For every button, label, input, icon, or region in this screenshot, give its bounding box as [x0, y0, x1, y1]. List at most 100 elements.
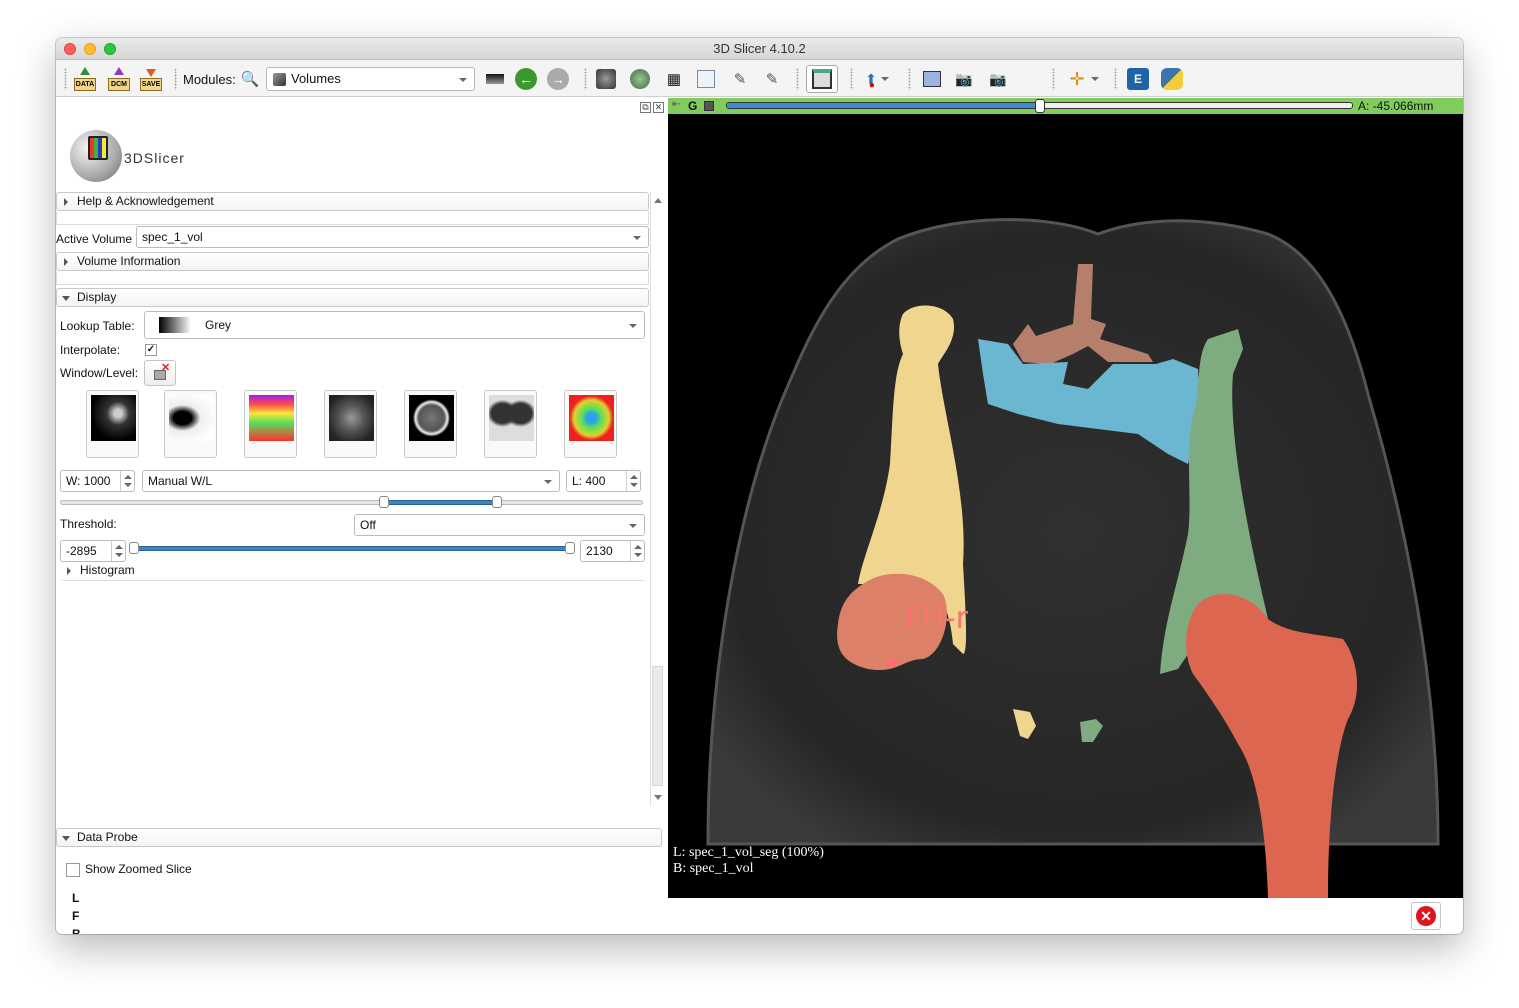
label-layer-text: L: spec_1_vol_seg (100%) [673, 845, 824, 860]
spin-arrows-icon[interactable] [630, 541, 644, 561]
preset-ct-abdomen[interactable] [324, 390, 377, 458]
threshold-max-spinbox[interactable]: 2130 [580, 540, 645, 562]
save-button[interactable]: SAVE [138, 66, 164, 92]
module-selector[interactable]: Volumes [266, 67, 475, 91]
editor-module-button[interactable]: ✎ [728, 66, 752, 92]
preset-ct-brain[interactable] [404, 390, 457, 458]
collapse-arrow-icon [62, 836, 70, 841]
interpolate-checkbox[interactable]: ✓ [145, 344, 157, 356]
toolbar-separator [850, 68, 853, 90]
threshold-min-spinbox[interactable]: -2895 [60, 540, 126, 562]
screenshot-button[interactable] [920, 66, 944, 92]
preset-dti[interactable] [564, 390, 617, 458]
pet-thumbnail [249, 395, 294, 441]
preset-pet[interactable] [244, 390, 297, 458]
chevron-down-icon [544, 480, 552, 484]
wl-max-handle[interactable] [492, 496, 503, 508]
scroll-up-icon[interactable] [654, 198, 662, 203]
toolbar-separator [1114, 68, 1117, 90]
pin-icon[interactable]: ⇤ [672, 99, 680, 110]
spin-arrows-icon[interactable] [120, 471, 134, 491]
load-dicom-button[interactable]: DCM [106, 66, 132, 92]
scene-restore-icon: 📷 [989, 70, 1007, 87]
transforms-module-button[interactable]: ▦ [662, 66, 686, 92]
segment-editor-button[interactable]: ✎ [760, 66, 784, 92]
error-icon: ✕ [1416, 906, 1436, 926]
volumes-module-icon [273, 73, 286, 86]
module-history-button[interactable] [484, 66, 506, 92]
scene-view-button[interactable]: 📷 [952, 66, 976, 92]
error-log-button[interactable]: ✕ [1411, 902, 1441, 930]
scrollbar-thumb[interactable] [652, 666, 663, 786]
toolbar-grip[interactable] [64, 68, 67, 90]
preset-ct-air[interactable] [164, 390, 217, 458]
slice-view-green[interactable]: FH-r L: spec_1_vol_seg (100%) B: spec_1_… [668, 114, 1463, 898]
data-module-button[interactable] [594, 66, 618, 92]
fiducial-label[interactable]: FH-r [905, 601, 969, 636]
expand-arrow-icon [64, 198, 68, 206]
module-panel-scrollbar[interactable] [650, 192, 664, 806]
ct-abdomen-thumbnail [329, 395, 374, 441]
preset-ct-lung[interactable] [484, 390, 537, 458]
models-module-button[interactable] [628, 66, 652, 92]
chevron-down-icon [629, 524, 637, 528]
module-search-icon[interactable]: 🔍 [240, 66, 260, 92]
forward-button[interactable]: → [546, 66, 570, 92]
camera-icon [923, 71, 941, 87]
window-spinbox[interactable]: W: 1000 [60, 470, 135, 492]
threshold-min-handle[interactable] [129, 542, 139, 554]
chevron-down-icon [629, 324, 637, 328]
spin-arrows-icon[interactable] [626, 471, 640, 491]
lookup-table-label: Lookup Table: [60, 319, 135, 333]
display-section[interactable]: Display [56, 288, 649, 307]
chart-pencil-icon [697, 70, 715, 88]
wl-slider-fill [383, 500, 498, 505]
undock-icon[interactable]: ⧉ [640, 102, 651, 113]
volume-information-section[interactable]: Volume Information [56, 252, 649, 271]
close-window-button[interactable] [64, 43, 76, 55]
scroll-down-icon[interactable] [654, 795, 662, 800]
window-title: 3D Slicer 4.10.2 [713, 41, 806, 56]
spin-arrows-icon[interactable] [111, 541, 125, 561]
data-probe-section[interactable]: Data Probe [56, 828, 662, 847]
arrow-right-icon: → [547, 68, 569, 90]
minimize-window-button[interactable] [84, 43, 96, 55]
show-zoomed-slice-label: Show Zoomed Slice [85, 862, 192, 876]
show-zoomed-slice-checkbox[interactable] [66, 863, 80, 877]
close-panel-icon[interactable]: ✕ [653, 102, 664, 113]
window-level-lock-button[interactable]: ✕ [144, 360, 176, 386]
extension-manager-button[interactable]: E [1126, 66, 1150, 92]
help-acknowledgement-section[interactable]: Help & Acknowledgement [56, 192, 649, 211]
active-volume-select[interactable]: spec_1_vol [136, 226, 649, 248]
save-icon: SAVE [139, 67, 163, 91]
wl-mode-select[interactable]: Manual W/L [142, 470, 560, 492]
crosshair-button[interactable]: ✛ [1064, 66, 1104, 92]
histogram-section[interactable]: Histogram [60, 562, 645, 581]
maximize-window-button[interactable] [104, 43, 116, 55]
python-console-button[interactable] [1160, 66, 1184, 92]
scene-camera-icon: 📷 [955, 70, 973, 87]
pen-icon: ✎ [733, 71, 747, 88]
threshold-max-handle[interactable] [565, 542, 575, 554]
level-spinbox[interactable]: L: 400 [566, 470, 641, 492]
markups-module-button[interactable] [694, 66, 718, 92]
toolbar-separator [1052, 68, 1055, 90]
lookup-table-select[interactable]: Grey [144, 311, 645, 339]
wl-min-handle[interactable] [378, 496, 389, 508]
probe-row-b: B [72, 927, 81, 934]
mouse-mode-button[interactable]: ⬆ ● [860, 66, 894, 92]
preset-ct-bone[interactable] [86, 390, 139, 458]
modules-label-wrap: Modules: [183, 66, 236, 92]
back-button[interactable]: ← [514, 66, 538, 92]
layout-button[interactable] [806, 65, 838, 93]
load-data-button[interactable]: DATA [72, 66, 98, 92]
slice-offset-fill [727, 103, 1041, 108]
section-body [56, 211, 649, 225]
slice-offset-handle[interactable] [1034, 99, 1045, 113]
x-icon: ✕ [161, 362, 171, 374]
threshold-mode-select[interactable]: Off [354, 514, 645, 536]
scene-restore-button[interactable]: 📷 [986, 66, 1010, 92]
link-icon[interactable] [704, 101, 714, 111]
brain-model-icon [630, 69, 650, 89]
ct-brain-thumbnail [409, 395, 454, 441]
